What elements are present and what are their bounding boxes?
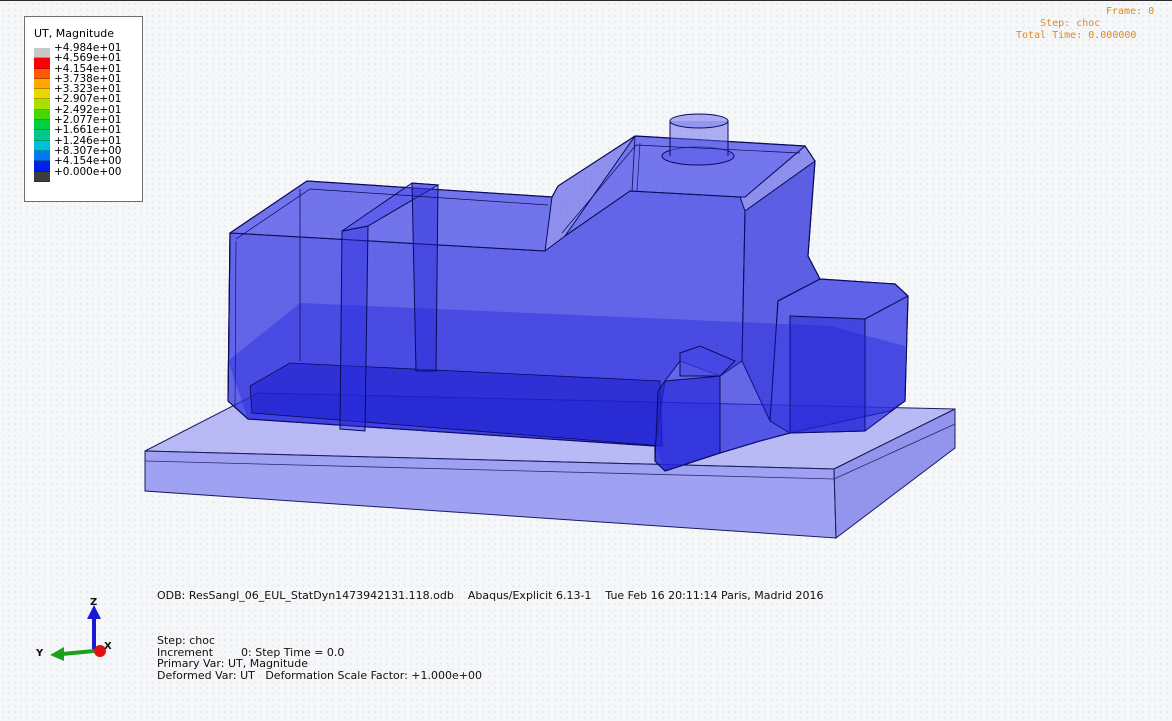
y-axis-line [61,649,95,656]
coordinate-triad: Z Y X [35,597,112,661]
strap-back [411,182,439,372]
z-axis-label: Z [90,597,97,608]
tank-body [227,113,909,472]
odb-info: ODB: ResSangl_06_EUL_StatDyn1473942131.1… [157,589,824,602]
status-primary-var: Primary Var: UT, Magnitude [157,657,308,670]
x-axis-label: X [104,641,112,652]
viewport[interactable]: UT, Magnitude +4.984e+01 +4.569e+01 +4.154… [0,0,1172,721]
fe-model-view[interactable] [0,1,1172,721]
filler-cap [669,113,729,129]
y-axis-label: Y [35,648,44,659]
status-info: Step: choc Increment 0: Step Time = 0.0 Pr… [157,635,482,681]
status-deformed-var: Deformed Var: UT Deformation Scale Facto… [157,668,482,682]
y-axis-arrow [50,647,64,661]
strap-left [339,225,369,432]
status-step: Step: choc [157,634,216,647]
